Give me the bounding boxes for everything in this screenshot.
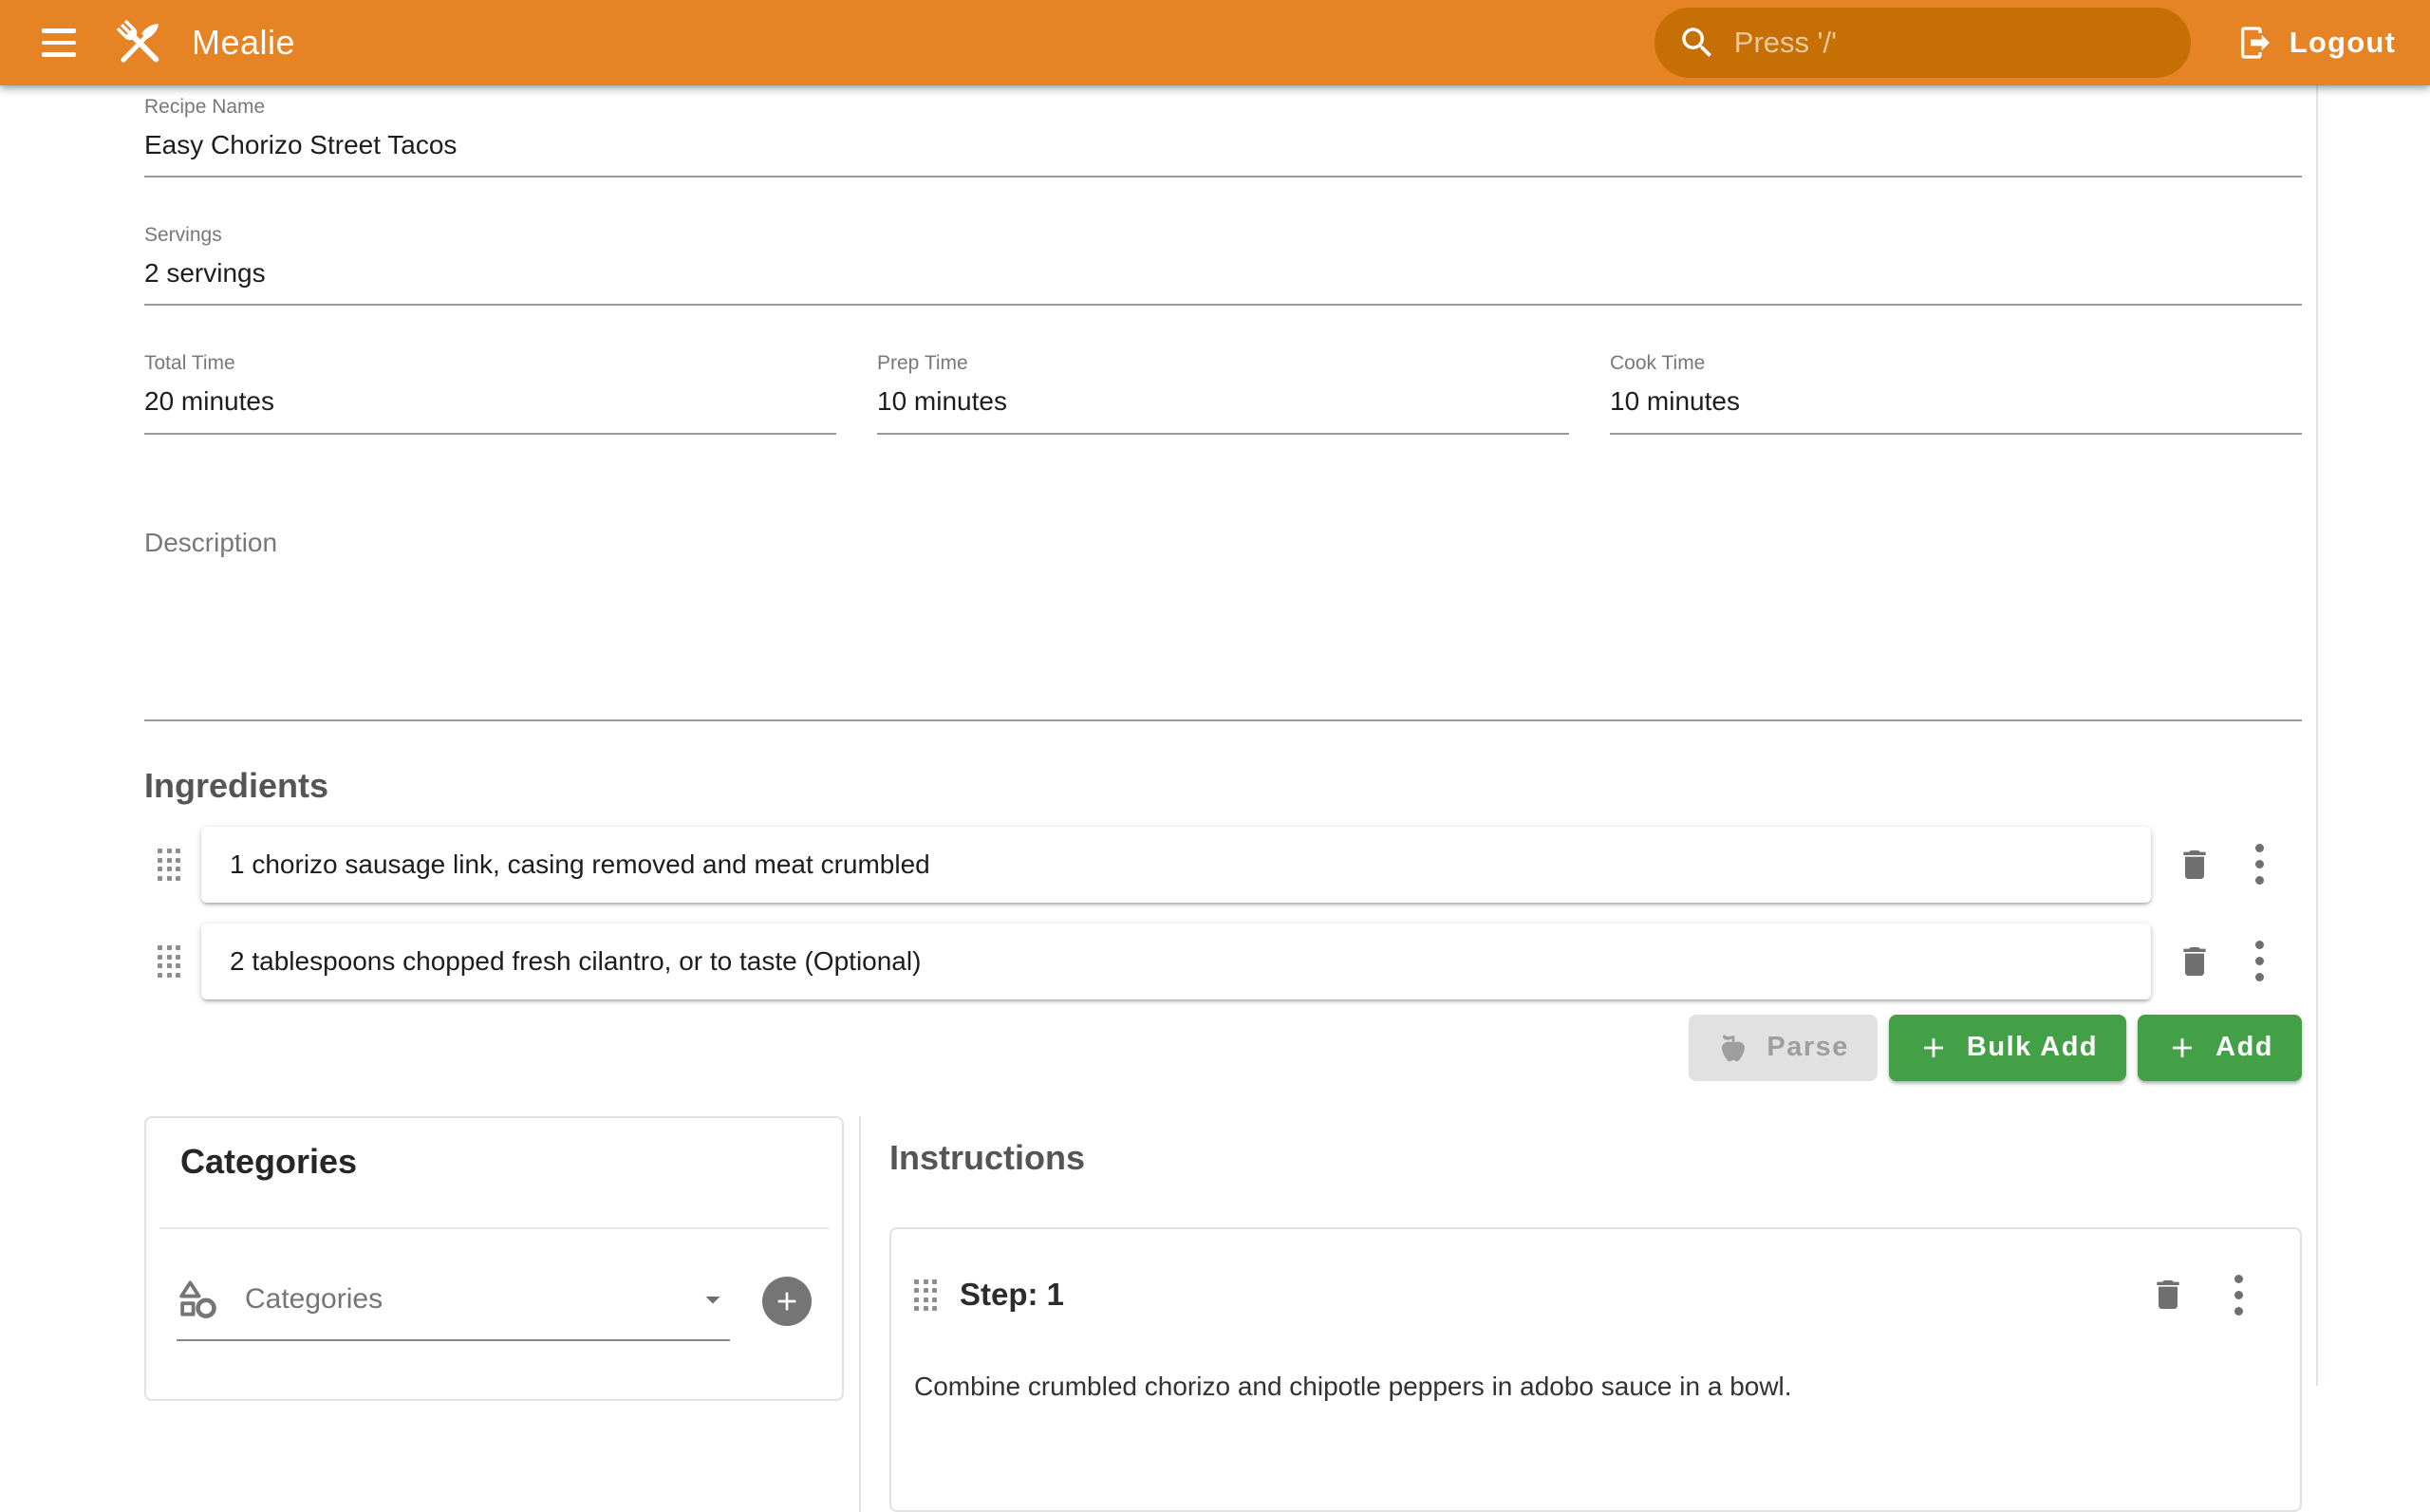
parse-label: Parse [1766,1032,1849,1063]
parse-button[interactable]: Parse [1689,1015,1878,1081]
cook-time-field[interactable]: Cook Time 10 minutes [1610,353,2302,434]
cook-time-label: Cook Time [1610,353,2302,373]
search-icon [1677,23,1717,63]
bulk-add-button[interactable]: Bulk Add [1889,1015,2126,1081]
kebab-icon [2234,1275,2243,1316]
trash-icon [2176,943,2214,980]
mealie-logo-icon [108,11,171,74]
field-underline [144,719,2302,721]
prep-time-field[interactable]: Prep Time 10 minutes [877,353,1569,434]
cook-time-value[interactable]: 10 minutes [1610,386,2302,417]
ingredient-row: 1 chorizo sausage link, casing removed a… [144,827,2302,903]
ingredient-actions: Parse Bulk Add Add [144,1015,2302,1081]
ingredient-row: 2 tablespoons chopped fresh cilantro, or… [144,924,2302,999]
ingredient-input[interactable]: 2 tablespoons chopped fresh cilantro, or… [201,924,2151,999]
logout-icon [2236,24,2274,62]
drag-handle-icon[interactable] [158,849,182,881]
select-underline [177,1339,730,1341]
delete-ingredient-button[interactable] [2172,842,2217,887]
servings-label: Servings [144,225,2302,245]
app-header: Mealie Logout [0,0,2430,85]
plus-icon [2166,1032,2198,1064]
delete-ingredient-button[interactable] [2172,939,2217,984]
divider [159,1227,829,1229]
recipe-name-label: Recipe Name [144,97,2302,117]
ingredient-menu-button[interactable] [2252,840,2268,888]
kebab-icon [2255,844,2264,885]
step-menu-button[interactable] [2231,1271,2247,1319]
drag-handle-icon[interactable] [914,1279,939,1312]
search-input[interactable] [1732,25,2168,61]
total-time-label: Total Time [144,353,836,373]
trash-icon [2149,1276,2187,1314]
field-underline [144,433,836,435]
step-card: Step: 1 Combine crumbled chorizo and chi… [889,1227,2302,1512]
total-time-value[interactable]: 20 minutes [144,386,836,417]
recipe-name-value[interactable]: Easy Chorizo Street Tacos [144,130,2302,160]
description-label: Description [144,530,2302,556]
add-category-button[interactable] [762,1277,812,1326]
hamburger-menu-button[interactable] [36,23,82,63]
categories-select[interactable]: Categories [177,1275,730,1341]
total-time-field[interactable]: Total Time 20 minutes [144,353,836,434]
prep-time-label: Prep Time [877,353,1569,373]
servings-value[interactable]: 2 servings [144,258,2302,289]
ingredients-title: Ingredients [144,765,2302,806]
prep-time-value[interactable]: 10 minutes [877,386,1569,417]
ingredient-input[interactable]: 1 chorizo sausage link, casing removed a… [201,827,2151,903]
description-value[interactable] [144,556,2302,719]
add-ingredient-button[interactable]: Add [2138,1015,2302,1081]
plus-icon [1917,1032,1950,1064]
servings-field[interactable]: Servings 2 servings [144,225,2302,306]
search-bar[interactable] [1654,8,2191,78]
delete-step-button[interactable] [2145,1272,2191,1317]
shapes-icon [177,1278,220,1321]
kebab-icon [2255,941,2264,981]
categories-card-title: Categories [180,1143,808,1181]
chevron-down-icon[interactable] [696,1282,730,1316]
instructions-title: Instructions [889,1137,2302,1178]
field-underline [1610,433,2302,435]
field-underline [144,176,2302,177]
content-edge-divider [2316,85,2318,1386]
categories-card: Categories Categories [144,1116,844,1401]
logout-label: Logout [2290,26,2396,60]
logout-button[interactable]: Logout [2231,23,2402,63]
app-title: Mealie [192,23,295,63]
categories-select-label: Categories [245,1283,383,1316]
step-text[interactable]: Combine crumbled chorizo and chipotle pe… [914,1367,2247,1407]
drag-handle-icon[interactable] [158,945,182,978]
apple-icon [1717,1032,1749,1064]
bulk-add-label: Bulk Add [1967,1032,2098,1063]
field-underline [144,304,2302,306]
field-underline [877,433,1569,435]
add-label: Add [2215,1032,2273,1063]
recipe-name-field[interactable]: Recipe Name Easy Chorizo Street Tacos [144,85,2302,177]
trash-icon [2176,846,2214,884]
times-row: Total Time 20 minutes Prep Time 10 minut… [144,353,2302,434]
description-field[interactable]: Description [144,530,2302,721]
step-title: Step: 1 [960,1277,1064,1313]
recipe-editor: Recipe Name Easy Chorizo Street Tacos Se… [144,85,2302,1512]
bottom-section: Categories Categories [144,1116,2302,1512]
plus-icon [772,1286,802,1316]
ingredient-menu-button[interactable] [2252,937,2268,985]
